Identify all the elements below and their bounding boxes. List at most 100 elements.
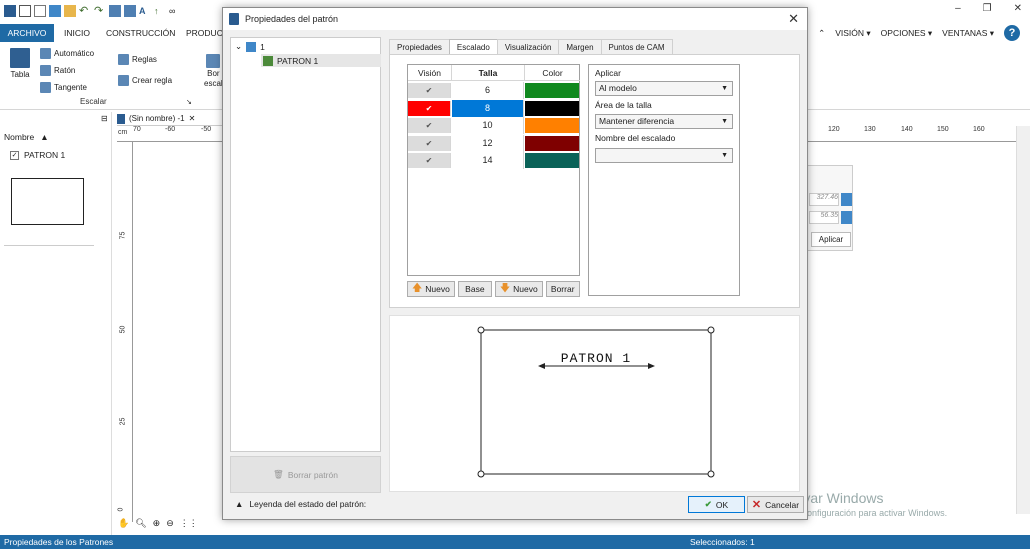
ruler-icon[interactable] bbox=[124, 5, 136, 17]
pattern-preview: PATRON 1 bbox=[389, 315, 800, 492]
color-swatch[interactable] bbox=[525, 83, 579, 98]
size-value[interactable]: 10 bbox=[452, 117, 524, 134]
aplicar-coordinates-button[interactable]: Aplicar bbox=[811, 232, 851, 247]
text-icon[interactable]: A bbox=[139, 5, 151, 17]
corner-point[interactable] bbox=[707, 326, 715, 334]
new-size-up-button[interactable]: 🡅 Nuevo bbox=[407, 281, 455, 297]
pointer-icon[interactable] bbox=[19, 5, 31, 17]
size-row[interactable]: ✔ 6 bbox=[408, 82, 580, 99]
borrar-escalado-button[interactable]: Bor escal bbox=[204, 54, 223, 88]
size-row[interactable]: ✔ 10 bbox=[408, 117, 580, 134]
zoom-in-icon[interactable]: ⊕ bbox=[153, 518, 161, 529]
size-value[interactable]: 6 bbox=[452, 82, 524, 99]
close-tab-icon[interactable]: ✕ bbox=[189, 114, 196, 123]
delete-pattern-button[interactable]: 🗑︎ Borrar patrón bbox=[230, 456, 381, 493]
lock-icon[interactable] bbox=[841, 193, 852, 206]
legend-toggle[interactable]: ▲ Leyenda del estado del patrón: bbox=[235, 499, 366, 509]
checkbox-icon[interactable]: ✓ bbox=[10, 150, 19, 160]
visibility-toggle[interactable]: ✔ bbox=[408, 153, 451, 168]
tab-inicio[interactable]: INICIO bbox=[58, 24, 96, 42]
visibility-toggle[interactable]: ✔ bbox=[408, 118, 451, 133]
dialog-title: Propiedades del patrón bbox=[245, 14, 339, 24]
dialog-tabs: Propiedades Escalado Visualización Marge… bbox=[389, 39, 673, 55]
color-swatch[interactable] bbox=[525, 100, 579, 116]
tab-construccion[interactable]: CONSTRUCCIÓN bbox=[100, 24, 181, 42]
tree-root-node[interactable]: ⌄ 1 bbox=[235, 41, 265, 52]
size-value[interactable]: 12 bbox=[452, 134, 524, 152]
new-size-down-button[interactable]: 🡇 Nuevo bbox=[494, 281, 543, 297]
glasses-icon[interactable]: ∞ bbox=[169, 5, 181, 17]
crear-regla-button[interactable]: Crear regla bbox=[118, 75, 172, 86]
document-tab[interactable]: ⊟ (Sin nombre) -1 ✕ bbox=[101, 112, 223, 126]
corner-point[interactable] bbox=[707, 470, 715, 478]
bor-label: Bor bbox=[207, 69, 220, 78]
size-row[interactable]: ✔ 14 bbox=[408, 152, 580, 169]
menu-vision[interactable]: VISIÓN ▾ bbox=[835, 28, 870, 39]
corner-point[interactable] bbox=[477, 326, 485, 334]
grading-name-select[interactable]: ▼ bbox=[595, 148, 733, 163]
size-row[interactable]: ✔ 12 bbox=[408, 134, 580, 152]
base-size-button[interactable]: Base bbox=[457, 281, 492, 297]
help-icon[interactable]: ? bbox=[1004, 25, 1020, 41]
coord-field-2[interactable]: 56.35 bbox=[809, 211, 839, 224]
apply-select[interactable]: Al modelo ▼ bbox=[595, 81, 733, 96]
vertical-scrollbar[interactable] bbox=[1016, 126, 1030, 514]
chevron-down-icon[interactable]: ⌄ bbox=[235, 41, 242, 52]
pattern-thumbnail[interactable] bbox=[11, 178, 84, 225]
arrow-up-icon: 🡅 bbox=[412, 283, 423, 294]
ruler-top-right: 120 130 140 150 160 bbox=[808, 126, 1016, 142]
pin-panel-icon[interactable]: ⊟ bbox=[101, 114, 108, 123]
tab-escalado[interactable]: Escalado bbox=[448, 39, 498, 55]
restore-button[interactable]: ❐ bbox=[983, 3, 992, 14]
tab-margen[interactable]: Margen bbox=[558, 39, 602, 55]
automatico-button[interactable]: Automático bbox=[40, 48, 94, 59]
pan-icon[interactable]: ✋ bbox=[118, 518, 129, 529]
reglas-button[interactable]: Reglas bbox=[118, 54, 157, 65]
visibility-toggle[interactable]: ✔ bbox=[408, 100, 451, 116]
menu-ventanas[interactable]: VENTANAS ▾ bbox=[942, 28, 994, 39]
tabla-button[interactable]: Tabla bbox=[10, 48, 30, 79]
crear-regla-label: Crear regla bbox=[132, 76, 173, 85]
minimize-button[interactable]: – bbox=[955, 3, 961, 14]
color-swatch[interactable] bbox=[525, 153, 579, 168]
grading-icon[interactable] bbox=[109, 5, 121, 17]
size-row[interactable]: ✔ 8 bbox=[408, 99, 580, 117]
group-expand-icon[interactable]: ↘ bbox=[186, 98, 192, 106]
delete-size-button[interactable]: Borrar bbox=[545, 281, 580, 297]
tab-propiedades[interactable]: Propiedades bbox=[389, 39, 450, 55]
menu-opciones[interactable]: OPCIONES ▾ bbox=[881, 28, 933, 39]
visibility-toggle[interactable]: ✔ bbox=[408, 135, 451, 151]
pin-icon[interactable]: ↑ bbox=[154, 5, 166, 17]
tree-child-node[interactable]: PATRON 1 bbox=[261, 54, 381, 67]
pattern-list-item[interactable]: ✓ PATRON 1 bbox=[10, 150, 65, 160]
redo-icon[interactable]: ↷ bbox=[94, 5, 106, 17]
new-file-icon[interactable] bbox=[34, 5, 46, 17]
size-area-select[interactable]: Mantener diferencia ▼ bbox=[595, 114, 733, 129]
size-value[interactable]: 8 bbox=[452, 99, 524, 117]
undo-icon[interactable]: ↶ bbox=[79, 5, 91, 17]
delete-pattern-label: Borrar patrón bbox=[287, 469, 338, 480]
list-header[interactable]: Nombre ▲ bbox=[4, 132, 49, 142]
ok-button[interactable]: ✔ OK bbox=[688, 496, 745, 513]
size-value[interactable]: 14 bbox=[452, 152, 524, 169]
visibility-toggle[interactable]: ✔ bbox=[408, 83, 451, 98]
coord-field-1[interactable]: 327.46 bbox=[809, 193, 839, 206]
dialog-close-icon[interactable]: ✕ bbox=[788, 11, 799, 27]
color-swatch[interactable] bbox=[525, 118, 579, 133]
zoom-icon[interactable]: 🔍︎ bbox=[135, 518, 146, 529]
tab-visualizacion[interactable]: Visualización bbox=[496, 39, 560, 55]
open-icon[interactable] bbox=[49, 5, 61, 17]
corner-point[interactable] bbox=[477, 470, 485, 478]
lock-icon[interactable] bbox=[841, 211, 852, 224]
grid-icon[interactable]: ⋮⋮ bbox=[180, 518, 198, 529]
color-swatch[interactable] bbox=[525, 135, 579, 151]
raton-button[interactable]: Ratón bbox=[40, 65, 75, 76]
tab-archivo[interactable]: ARCHIVO bbox=[0, 24, 54, 42]
folder-icon[interactable] bbox=[64, 5, 76, 17]
close-window-button[interactable]: ✕ bbox=[1014, 3, 1022, 14]
cancel-button[interactable]: ✕ Cancelar bbox=[747, 496, 804, 513]
tab-puntos-cam[interactable]: Puntos de CAM bbox=[600, 39, 673, 55]
tangente-button[interactable]: Tangente bbox=[40, 82, 87, 93]
collapse-ribbon-icon[interactable]: ⌃ bbox=[818, 28, 825, 39]
zoom-out-icon[interactable]: ⊖ bbox=[166, 518, 174, 529]
